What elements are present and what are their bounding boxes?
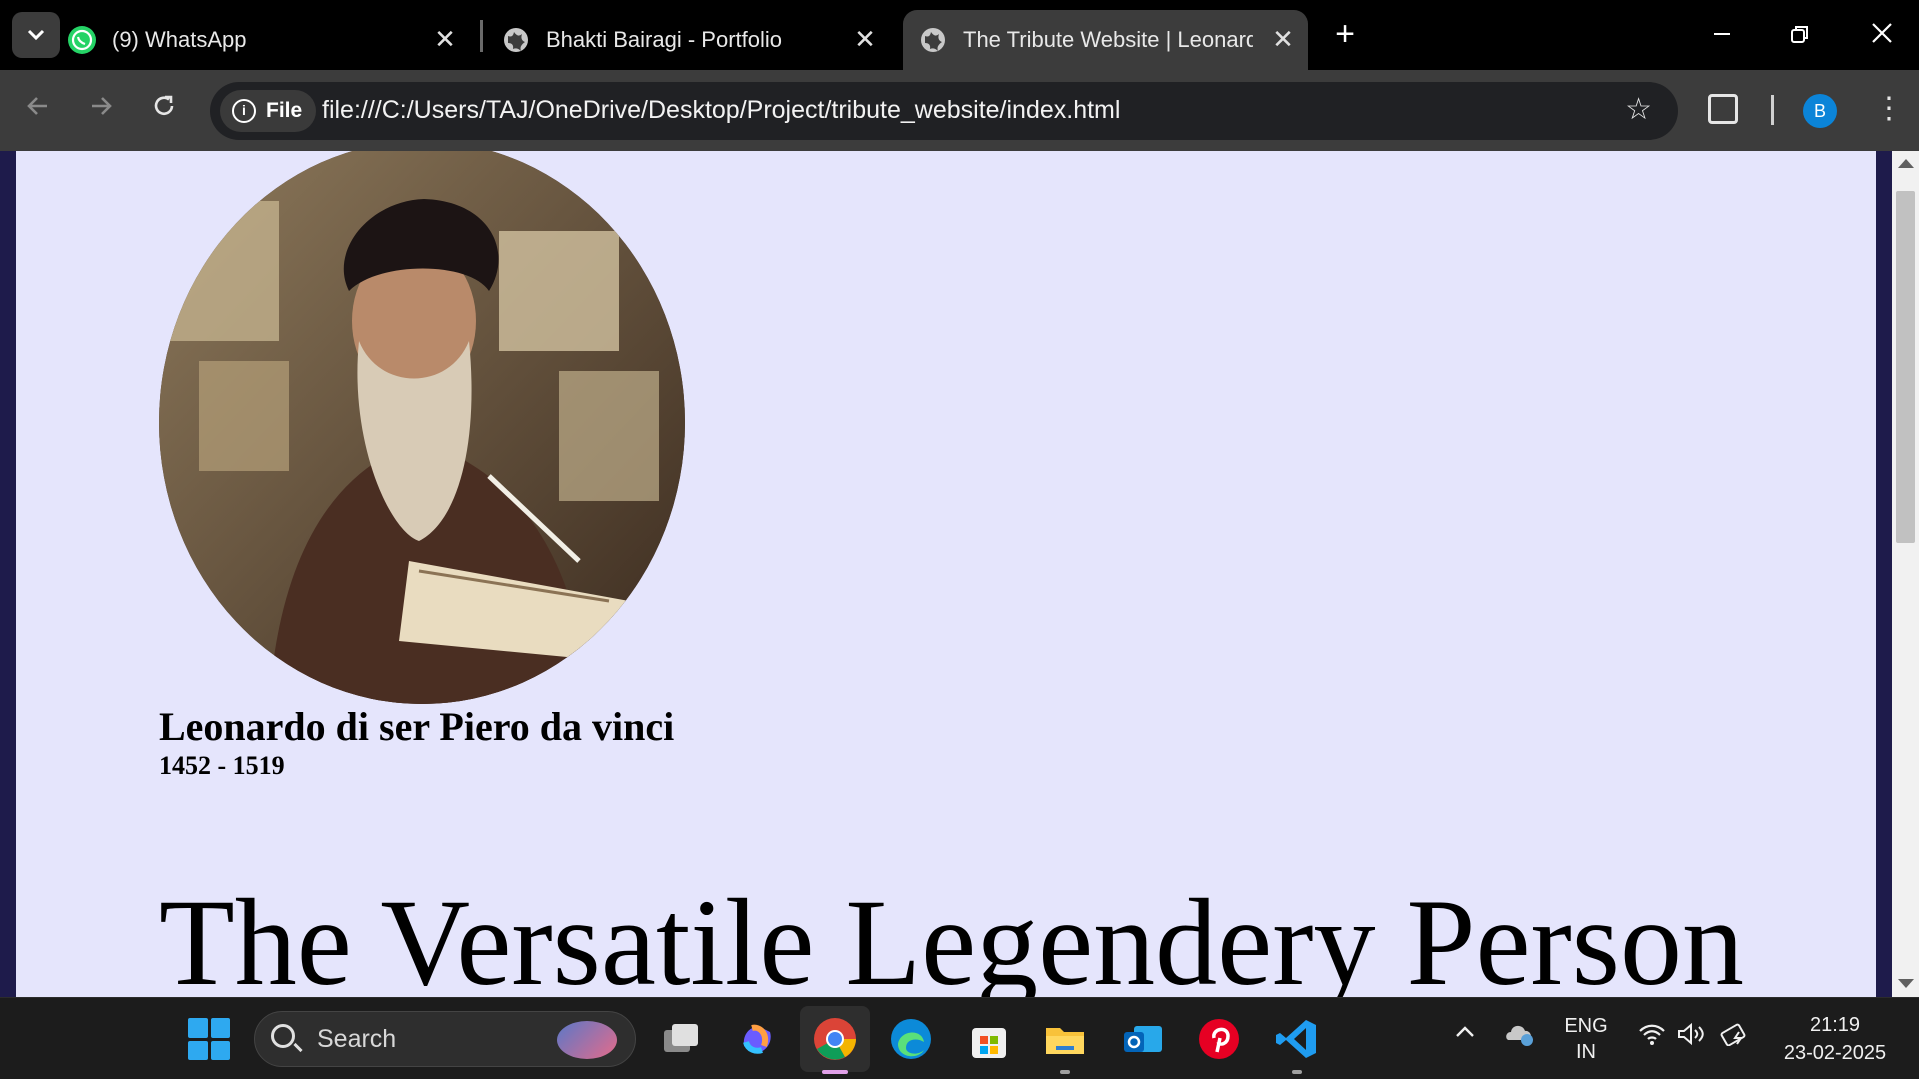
chrome-icon[interactable] — [812, 1016, 858, 1062]
tab-divider — [480, 20, 483, 52]
pinterest-icon[interactable] — [1196, 1016, 1242, 1062]
language-code: ENG — [1564, 1015, 1608, 1037]
scroll-up-arrow-icon[interactable] — [1898, 159, 1914, 168]
hero-title: The Versatile Legendery Person — [159, 874, 1745, 997]
tab-label: Bhakti Bairagi - Portfolio — [546, 27, 782, 52]
arrow-left-icon — [27, 97, 47, 115]
minimize-icon — [1714, 33, 1730, 35]
battery-charging-icon[interactable] — [1718, 1022, 1752, 1052]
minimize-button[interactable] — [1702, 16, 1742, 54]
info-icon: i — [232, 99, 256, 123]
life-years: 1452 - 1519 — [159, 751, 285, 780]
close-tab-icon[interactable]: ✕ — [1270, 26, 1296, 52]
back-button[interactable] — [18, 90, 58, 130]
tab-label: The Tribute Website | Leonardo — [963, 27, 1253, 52]
scroll-thumb[interactable] — [1896, 191, 1915, 543]
file-explorer-icon[interactable] — [1042, 1016, 1088, 1062]
tab-whatsapp[interactable]: (9) WhatsApp ✕ — [68, 10, 470, 70]
toolbar-divider — [1771, 95, 1774, 125]
bookmark-star-icon[interactable]: ☆ — [1625, 94, 1652, 126]
whatsapp-icon — [68, 26, 96, 54]
clock-date: 23-02-2025 — [1783, 1042, 1887, 1064]
tab-search-button[interactable] — [12, 12, 60, 58]
site-chip-label: File — [266, 99, 303, 122]
tab-portfolio[interactable]: Bhakti Bairagi - Portfolio ✕ — [502, 10, 890, 70]
globe-icon — [502, 26, 530, 54]
restore-button[interactable] — [1780, 16, 1820, 54]
restore-icon — [1791, 26, 1808, 43]
vscode-icon[interactable] — [1274, 1016, 1320, 1062]
task-view-icon[interactable] — [658, 1016, 704, 1062]
arrow-right-icon — [92, 97, 112, 115]
new-tab-button[interactable]: + — [1328, 17, 1362, 52]
region-code: IN — [1576, 1041, 1596, 1063]
url-text[interactable]: file:///C:/Users/TAJ/OneDrive/Desktop/Pr… — [322, 96, 1120, 125]
search-highlight-icon — [557, 1021, 617, 1059]
tribute-page: Leonardo di ser Piero da vinci 1452 - 15… — [16, 151, 1876, 997]
language-indicator[interactable]: ENG IN — [1558, 1013, 1614, 1065]
more-menu-icon[interactable]: ⋮ — [1874, 92, 1904, 128]
file-explorer-running-indicator — [1060, 1070, 1070, 1074]
start-button[interactable] — [188, 1018, 230, 1060]
windows-taskbar: Search ENG IN 21:19 23-02-2025 — [0, 997, 1919, 1079]
reload-icon — [154, 95, 174, 115]
wifi-icon[interactable] — [1636, 1022, 1668, 1052]
leonardo-portrait-image — [159, 151, 685, 704]
chrome-active-indicator — [822, 1070, 848, 1074]
forward-button[interactable] — [81, 90, 121, 130]
close-tab-icon[interactable]: ✕ — [852, 26, 878, 52]
outlook-icon[interactable] — [1120, 1016, 1166, 1062]
tab-tribute-website[interactable]: The Tribute Website | Leonardo ✕ — [903, 10, 1308, 70]
browser-toolbar: i File file:///C:/Users/TAJ/OneDrive/Des… — [0, 70, 1919, 151]
tab-label: (9) WhatsApp — [112, 27, 247, 52]
clock-time: 21:19 — [1809, 1014, 1861, 1036]
reload-button[interactable] — [144, 90, 184, 130]
extensions-icon[interactable] — [1708, 94, 1738, 124]
chevron-down-icon — [27, 29, 45, 41]
scroll-down-arrow-icon[interactable] — [1898, 979, 1914, 988]
globe-icon — [919, 26, 947, 54]
copilot-icon[interactable] — [734, 1016, 780, 1062]
site-info-chip[interactable]: i File — [220, 90, 316, 132]
search-placeholder: Search — [317, 1025, 397, 1053]
browser-tab-strip: (9) WhatsApp ✕ Bhakti Bairagi - Portfoli… — [0, 0, 1919, 70]
close-icon — [1872, 23, 1892, 43]
clock[interactable]: 21:19 23-02-2025 — [1770, 1011, 1900, 1067]
vscode-running-indicator — [1292, 1070, 1302, 1074]
edge-icon[interactable] — [888, 1016, 934, 1062]
search-icon — [271, 1024, 295, 1048]
windows-logo-icon — [188, 1018, 208, 1038]
close-window-button[interactable] — [1862, 16, 1902, 54]
person-name: Leonardo di ser Piero da vinci — [159, 704, 675, 749]
volume-icon[interactable] — [1676, 1022, 1708, 1052]
show-hidden-icons-chevron-up-icon[interactable] — [1450, 1022, 1480, 1045]
close-tab-icon[interactable]: ✕ — [432, 26, 458, 52]
profile-avatar[interactable]: B — [1803, 94, 1837, 128]
address-bar[interactable]: i File file:///C:/Users/TAJ/OneDrive/Des… — [210, 82, 1678, 140]
page-scrollbar[interactable] — [1892, 151, 1919, 997]
page-viewport: Leonardo di ser Piero da vinci 1452 - 15… — [0, 151, 1919, 997]
taskbar-search[interactable]: Search — [254, 1011, 636, 1067]
store-icon[interactable] — [966, 1016, 1012, 1062]
onedrive-cloud-icon[interactable] — [1502, 1020, 1538, 1054]
